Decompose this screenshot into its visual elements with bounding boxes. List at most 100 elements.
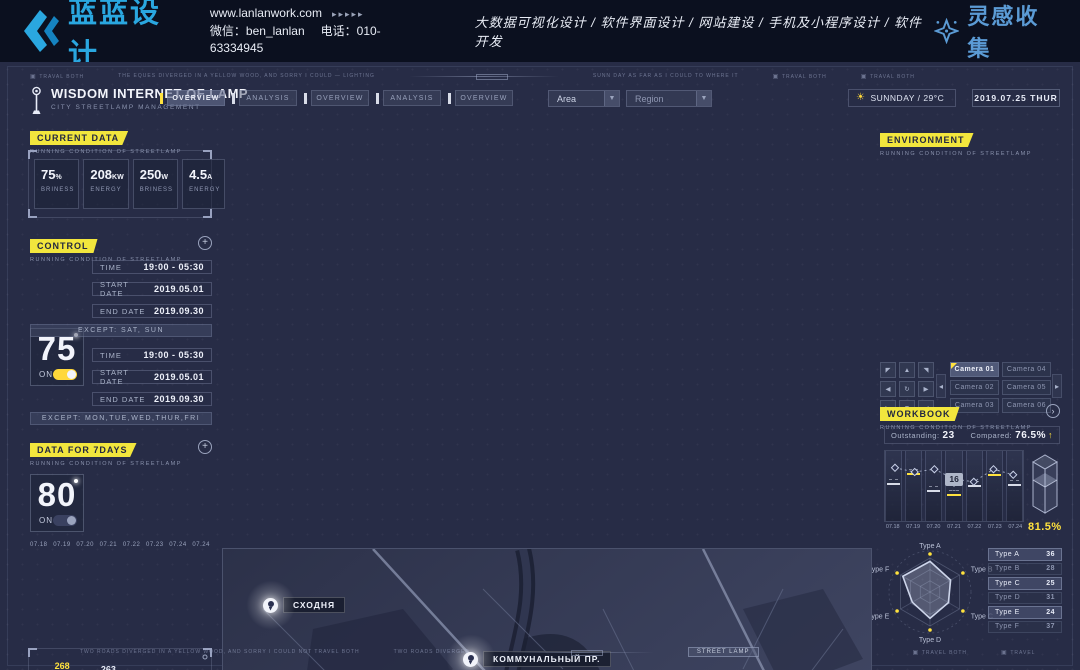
panel-badge: DATA FOR 7DAYS: [30, 443, 137, 457]
time-row[interactable]: TIME19:00 - 05:30: [92, 260, 212, 274]
bar-tooltip: 16: [945, 473, 963, 486]
x-tick: 07.18: [30, 542, 48, 548]
bar-marker: [907, 473, 920, 475]
x-tick: 07.20: [925, 524, 942, 530]
current-data-panel: 75% BRINESS 208KW ENERGY 250W BRINESS 4.…: [28, 150, 212, 218]
legend-type-b[interactable]: Type B28: [988, 563, 1062, 576]
decor-text: TRAVAL BOTH: [30, 73, 84, 80]
legend-label: Type A: [995, 551, 1019, 558]
workbook-more-button[interactable]: [1046, 404, 1060, 418]
bar-marker: [927, 490, 940, 492]
x-tick: 07.24: [192, 542, 210, 548]
pan-right-button[interactable]: ▶: [918, 381, 934, 397]
decor-slider: [409, 76, 559, 77]
bar-marker: [968, 485, 981, 487]
legend-label: Type C: [995, 580, 1020, 587]
legend-value: 37: [1046, 623, 1055, 630]
pan-up-button[interactable]: ▲: [899, 362, 915, 378]
camera-button-4[interactable]: Camera 04: [1002, 362, 1051, 377]
camera-button-2[interactable]: Camera 02: [950, 380, 999, 395]
tab-label: ANALYSIS: [246, 95, 289, 102]
x-tick: 07.20: [76, 542, 94, 548]
camera-next-button[interactable]: ▸: [1052, 374, 1062, 398]
panel-badge: CURRENT DATA: [30, 131, 128, 145]
tab-overview-5[interactable]: OVERVIEW: [455, 90, 513, 106]
legend-type-c[interactable]: Type C25: [988, 577, 1062, 590]
control-add-button[interactable]: [198, 236, 212, 250]
x-tick: 07.24: [169, 542, 187, 548]
x-tick: 07.24: [1007, 524, 1024, 530]
decor-text: TWO ROADS DIVERGED: [394, 649, 470, 655]
pan-up-left-button[interactable]: ◤: [880, 362, 896, 378]
legend-type-f[interactable]: Type F 37: [988, 621, 1062, 634]
map-label-сходня[interactable]: СХОДНЯ: [263, 597, 345, 613]
tab-analysis-4[interactable]: ANALYSIS: [383, 90, 441, 106]
camera-prev-button[interactable]: ◂: [936, 374, 946, 398]
stat-energy-a: 4.5A ENERGY: [182, 159, 225, 209]
decor-text: TWO ROADS DIVERGED IN A YELLOW WOOD, AND…: [80, 649, 360, 655]
panel-subtitle: RUNNING CONDITION OF STREETLAMP: [30, 461, 182, 467]
tab-bar: OVERVIEW ANALYSIS OVERVIEW ANALYSIS OVERVIEW: [167, 90, 513, 106]
services-list: 大数据可视化设计 / 软件界面设计 / 网站建设 / 手机及小程序设计 / 软件…: [475, 12, 935, 50]
camera-button-1[interactable]: Camera 01: [950, 362, 999, 377]
power-toggle[interactable]: [53, 369, 77, 380]
region-select[interactable]: Region ▼: [626, 90, 712, 107]
svg-text:Type A: Type A: [919, 543, 941, 550]
x-tick: 07.21: [945, 524, 962, 530]
decor-text: TRAVEL: [1001, 649, 1035, 656]
arrow-up-icon: ↑: [1048, 430, 1053, 440]
camera-button-5[interactable]: Camera 05: [1002, 380, 1051, 395]
pan-left-button[interactable]: ◀: [880, 381, 896, 397]
power-toggle[interactable]: [53, 515, 77, 526]
workbook-stats: Outstanding:23 Compared:76.5%↑: [884, 426, 1060, 444]
end-date-row[interactable]: END DATE2019.09.30: [92, 304, 212, 318]
week-chart-header: DATA FOR 7DAYS RUNNING CONDITION OF STRE…: [30, 440, 182, 467]
end-date-row[interactable]: END DATE2019.09.30: [92, 392, 212, 406]
legend-type-a[interactable]: Type A 36: [988, 548, 1062, 561]
tab-label: ANALYSIS: [390, 95, 433, 102]
tab-analysis-2[interactable]: ANALYSIS: [239, 90, 297, 106]
legend-value: 36: [1046, 551, 1055, 558]
radar-chart: Type AType BType CType DType EType F: [872, 540, 994, 644]
legend-type-d[interactable]: Type D31: [988, 592, 1062, 605]
svg-text:268: 268: [55, 661, 70, 670]
date-display: 2019.07.25 THUR: [972, 89, 1060, 107]
bar-07.20: [925, 451, 942, 521]
except-days-bar: EXCEPT: MON,TUE,WED,THUR,FRI: [30, 412, 212, 425]
legend-label: Type F: [995, 623, 1019, 630]
legend-value: 24: [1046, 609, 1055, 616]
x-tick: 07.23: [146, 542, 164, 548]
x-tick: 07.22: [123, 542, 141, 548]
week-chart-add-button[interactable]: [198, 440, 212, 454]
start-date-row[interactable]: START DATE2019.05.01: [92, 282, 212, 296]
bar-marker: [887, 483, 900, 485]
chevron-down-icon: ▼: [696, 91, 711, 106]
panel-subtitle: RUNNING CONDITION OF STREETLAMP: [880, 151, 1032, 157]
area-select-value: Area: [557, 94, 576, 104]
workbook-bar-chart: 16: [884, 450, 1024, 522]
start-date-row[interactable]: START DATE2019.05.01: [92, 370, 212, 384]
pan-up-right-button[interactable]: ◥: [918, 362, 934, 378]
bar-marker: [1008, 484, 1021, 486]
legend-type-e[interactable]: Type E24: [988, 606, 1062, 619]
tab-overview-1[interactable]: OVERVIEW: [167, 90, 225, 106]
weather-widget: ☀ SUNNDAY / 29°C: [848, 89, 956, 107]
inspiration-collect: 灵感收集: [934, 0, 1060, 63]
arrows-decor: ▸▸▸▸▸: [332, 9, 365, 19]
control-header: CONTROL RUNNING CONDITION OF STREETLAMP: [30, 236, 182, 263]
svg-text:Type F: Type F: [872, 567, 889, 574]
bar-07.22: [966, 451, 983, 521]
x-tick: 07.18: [884, 524, 901, 530]
area-select[interactable]: Area ▼: [548, 90, 620, 107]
control-group2-level: 80 ON: [30, 474, 84, 532]
x-tick: 07.19: [53, 542, 71, 548]
on-label: ON: [39, 370, 53, 379]
time-row[interactable]: TIME19:00 - 05:30: [92, 348, 212, 362]
control-group2-rows: TIME19:00 - 05:30 START DATE2019.05.01 E…: [92, 348, 212, 414]
svg-text:263: 263: [101, 665, 116, 670]
lanlan-logo-icon: [18, 8, 62, 54]
tab-overview-3[interactable]: OVERVIEW: [311, 90, 369, 106]
tab-label: OVERVIEW: [460, 95, 507, 102]
pan-refresh-button[interactable]: ↻: [899, 381, 915, 397]
website-link[interactable]: www.lanlanwork.com: [210, 6, 322, 20]
